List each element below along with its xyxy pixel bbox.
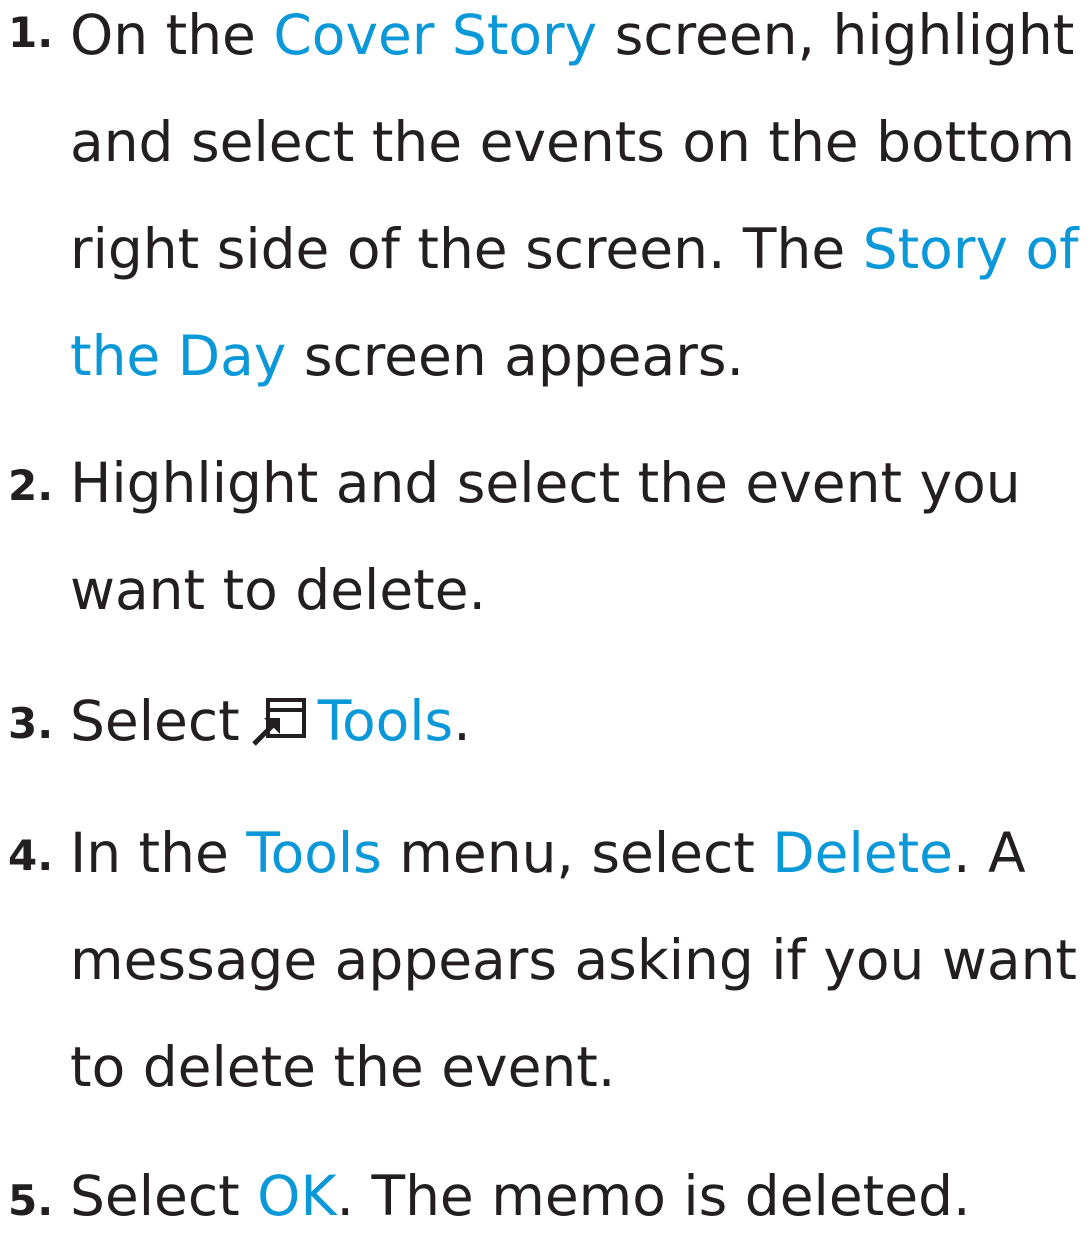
- step-number: 1.: [8, 8, 54, 57]
- step-text: In the Tools menu, select Delete. A mess…: [70, 800, 1085, 1121]
- step-text-part: Highlight and select the event you want …: [70, 451, 1021, 622]
- highlighted-term-tools: Tools: [317, 689, 454, 753]
- step-4: 4. In the Tools menu, select Delete. A m…: [0, 800, 1085, 1121]
- step-text-part: menu, select: [381, 821, 773, 885]
- step-3: 3. Select Tools.: [0, 668, 1085, 775]
- highlighted-term-ok: OK: [257, 1164, 337, 1228]
- step-text-part: screen appears.: [286, 324, 744, 388]
- step-text: On the Cover Story screen, highlight and…: [70, 0, 1085, 410]
- step-number: 4.: [8, 831, 54, 880]
- step-number: 5.: [8, 1176, 54, 1225]
- step-text-part: On the: [70, 3, 274, 67]
- step-text-part: .: [453, 689, 471, 753]
- step-number: 2.: [8, 461, 54, 510]
- tools-remote-icon: [251, 698, 306, 746]
- step-number: 3.: [8, 699, 54, 748]
- step-text: Select Tools.: [70, 668, 1085, 775]
- step-text: Highlight and select the event you want …: [70, 430, 1085, 644]
- step-1: 1. On the Cover Story screen, highlight …: [0, 0, 1085, 410]
- step-5: 5. Select OK. The memo is deleted.: [0, 1143, 1085, 1250]
- step-text-part: In the: [70, 821, 247, 885]
- highlighted-term-tools: Tools: [246, 821, 382, 885]
- step-text-part: . The memo is deleted.: [336, 1164, 971, 1228]
- step-2: 2. Highlight and select the event you wa…: [0, 430, 1085, 644]
- step-text-part: Select: [70, 1164, 258, 1228]
- highlighted-term-delete: Delete: [772, 821, 954, 885]
- step-text: Select OK. The memo is deleted.: [70, 1143, 1085, 1250]
- step-text-part: Select: [70, 689, 240, 753]
- highlighted-term-cover-story: Cover Story: [273, 3, 598, 67]
